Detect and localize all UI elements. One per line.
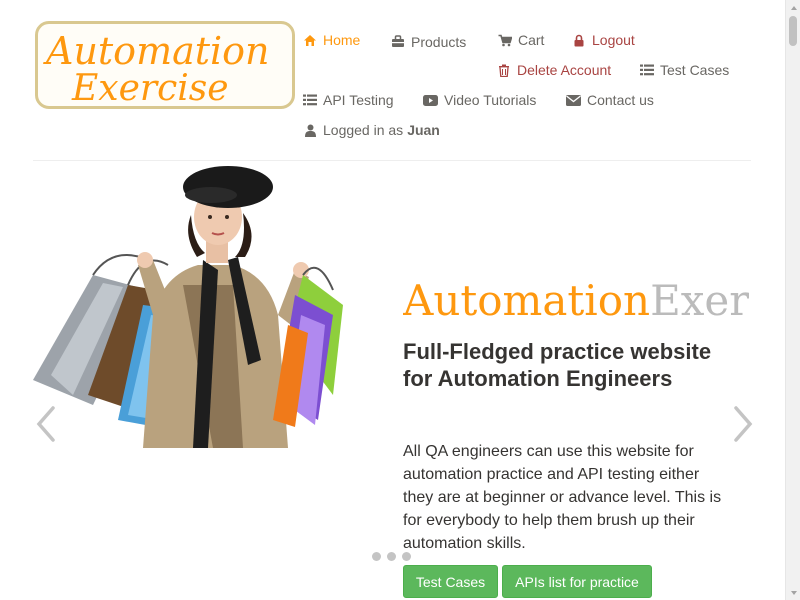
nav-api-testing-label: API Testing <box>323 92 394 108</box>
shopping-bag-icon <box>391 34 405 48</box>
scrollbar-thumb[interactable] <box>789 16 797 46</box>
site-logo[interactable]: Automation Exercise <box>35 21 295 109</box>
carousel-dot-1[interactable] <box>372 552 381 561</box>
hero-image <box>33 165 343 448</box>
trash-icon <box>497 63 511 77</box>
nav-contact-us-label: Contact us <box>587 92 654 108</box>
logged-in-status: Logged in as Juan <box>303 122 440 138</box>
hero-title-part1: Automation <box>403 276 651 325</box>
logged-in-username: Juan <box>407 122 440 138</box>
nav-test-cases[interactable]: Test Cases <box>640 62 729 78</box>
nav-api-testing[interactable]: API Testing <box>303 92 394 108</box>
nav-video-tutorials-label: Video Tutorials <box>444 92 537 108</box>
chevron-right-icon <box>734 406 753 442</box>
list-icon <box>303 93 317 107</box>
triangle-up-icon <box>790 5 797 10</box>
nav-logout[interactable]: Logout <box>572 32 635 48</box>
carousel-prev-button[interactable] <box>33 402 61 446</box>
svg-text:Exercise: Exercise <box>71 68 229 106</box>
nav-home-label: Home <box>323 32 361 48</box>
scroll-up-arrow[interactable] <box>786 0 800 15</box>
header-divider <box>33 160 751 161</box>
nav-products-label: Products <box>411 34 467 50</box>
hero-title: AutomationExercise <box>403 275 749 327</box>
page: Automation Exercise Home Products Cart L… <box>0 0 785 600</box>
nav-logout-label: Logout <box>592 32 635 48</box>
test-cases-button[interactable]: Test Cases <box>403 565 498 598</box>
nav-delete-account[interactable]: Delete Account <box>497 62 611 78</box>
home-icon <box>303 33 317 47</box>
scroll-down-arrow[interactable] <box>786 585 800 600</box>
user-icon <box>303 123 317 137</box>
logged-in-label: Logged in as <box>323 122 404 138</box>
nav-products[interactable]: Products <box>391 32 466 50</box>
nav-video-tutorials[interactable]: Video Tutorials <box>423 92 536 108</box>
logo-image: Automation Exercise <box>43 29 270 106</box>
cart-icon <box>498 33 512 47</box>
carousel-dot-2[interactable] <box>387 552 396 561</box>
nav-delete-account-label: Delete Account <box>517 62 612 78</box>
nav-cart-label: Cart <box>518 32 545 48</box>
chevron-left-icon <box>36 406 55 442</box>
apis-list-button[interactable]: APIs list for practice <box>502 565 652 598</box>
svg-text:Automation: Automation <box>43 29 270 73</box>
carousel-dot-3[interactable] <box>402 552 411 561</box>
hero-subtitle: Full-Fledged practice website for Automa… <box>403 339 712 391</box>
hero-title-part2: Exercise <box>650 276 749 325</box>
list-icon <box>640 63 654 77</box>
carousel-indicators <box>372 552 411 561</box>
triangle-down-icon <box>790 590 797 595</box>
lock-icon <box>572 33 586 47</box>
vertical-scrollbar[interactable] <box>785 0 800 600</box>
carousel-next-button[interactable] <box>728 402 756 446</box>
nav-home[interactable]: Home <box>303 32 360 48</box>
hero-description: All QA engineers can use this website fo… <box>403 443 722 552</box>
nav-contact-us[interactable]: Contact us <box>566 92 654 108</box>
nav-test-cases-label: Test Cases <box>660 62 730 78</box>
nav-cart[interactable]: Cart <box>498 32 544 48</box>
envelope-icon <box>566 93 581 107</box>
youtube-play-icon <box>423 93 438 107</box>
